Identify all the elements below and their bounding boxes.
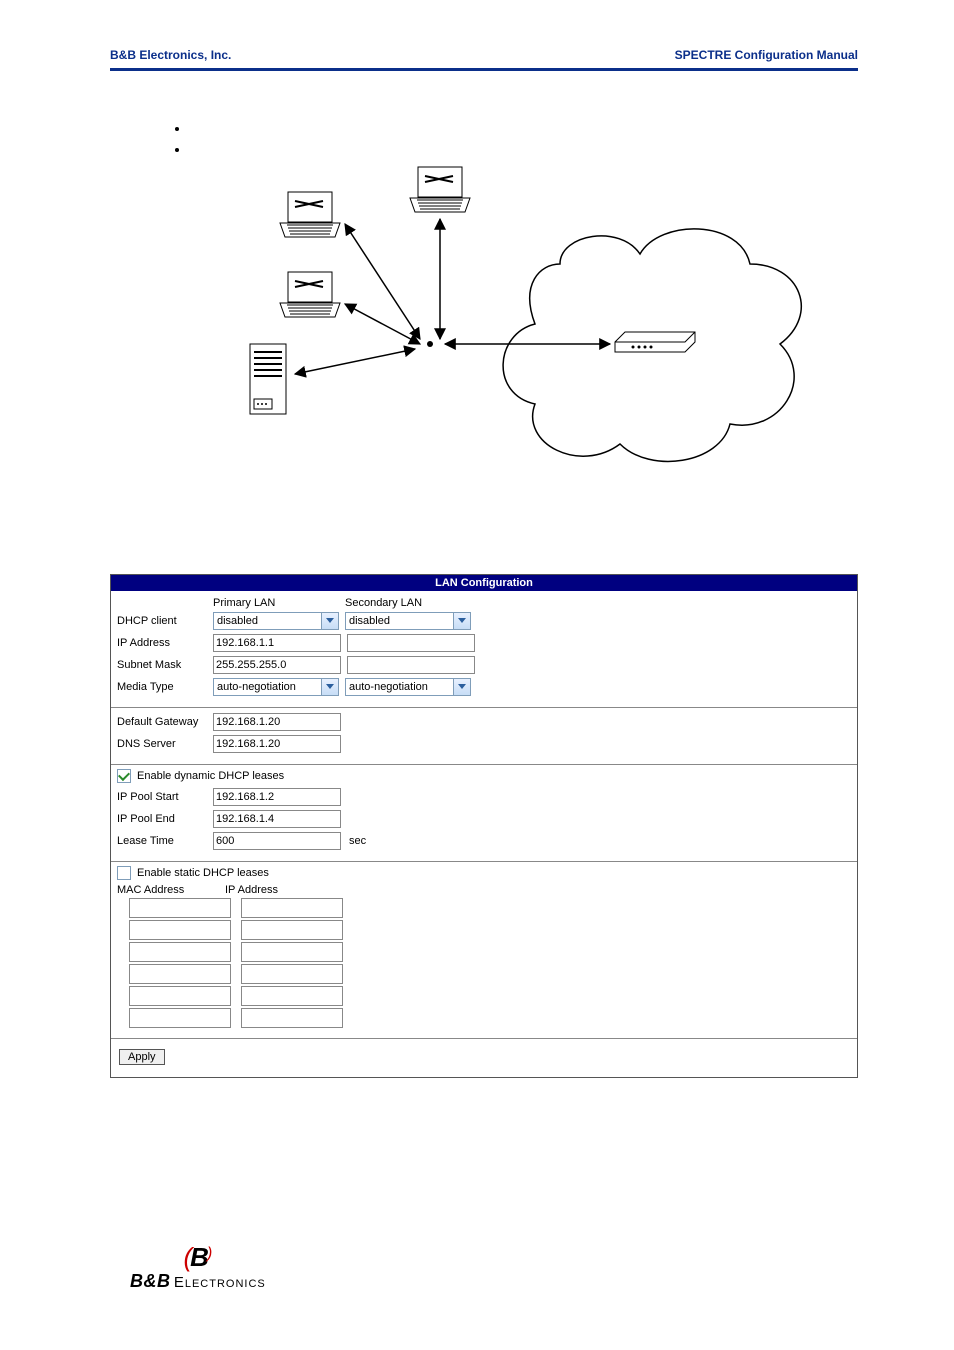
label-ip-address: IP Address <box>117 637 213 649</box>
col-primary-header: Primary LAN <box>213 597 345 609</box>
media-type-secondary-select[interactable]: auto-negotiation <box>345 678 471 696</box>
static-row <box>129 1008 851 1028</box>
static-mac-input[interactable] <box>129 986 231 1006</box>
enable-static-dhcp-checkbox[interactable] <box>117 866 131 880</box>
static-row <box>129 964 851 984</box>
ip-address-secondary-input[interactable] <box>347 634 475 652</box>
ip-address-primary-input[interactable] <box>213 634 341 652</box>
default-gateway-input[interactable] <box>213 713 341 731</box>
chevron-down-icon <box>321 613 338 629</box>
static-row <box>129 942 851 962</box>
static-mac-input[interactable] <box>129 920 231 940</box>
bullet-list <box>190 119 954 158</box>
header-rule <box>110 68 858 71</box>
lease-time-input[interactable] <box>213 832 341 850</box>
lan-config-panel: LAN Configuration Primary LAN Secondary … <box>110 574 858 1078</box>
enable-static-dhcp-label: Enable static DHCP leases <box>137 867 269 879</box>
enable-dynamic-dhcp-label: Enable dynamic DHCP leases <box>137 770 284 782</box>
static-mac-input[interactable] <box>129 964 231 984</box>
label-dns-server: DNS Server <box>117 738 213 750</box>
static-mac-input[interactable] <box>129 898 231 918</box>
lease-time-unit: sec <box>349 835 366 847</box>
bullet-item <box>190 119 954 138</box>
ip-pool-start-input[interactable] <box>213 788 341 806</box>
static-ip-input[interactable] <box>241 986 343 1006</box>
header-company: B&B Electronics, Inc. <box>110 48 231 62</box>
static-ip-header: IP Address <box>225 884 278 896</box>
label-media-type: Media Type <box>117 681 213 693</box>
static-ip-input[interactable] <box>241 898 343 918</box>
chevron-down-icon <box>453 679 470 695</box>
label-lease-time: Lease Time <box>117 835 213 847</box>
static-row <box>129 898 851 918</box>
bullet-item <box>190 140 954 159</box>
footer-logo: B B&B Electronics <box>130 1248 266 1292</box>
static-mac-header: MAC Address <box>117 884 225 896</box>
static-ip-input[interactable] <box>241 920 343 940</box>
static-ip-input[interactable] <box>241 942 343 962</box>
dns-server-input[interactable] <box>213 735 341 753</box>
static-row <box>129 986 851 1006</box>
enable-dynamic-dhcp-checkbox[interactable] <box>117 769 131 783</box>
label-dhcp-client: DHCP client <box>117 615 213 627</box>
dhcp-client-secondary-select[interactable]: disabled <box>345 612 471 630</box>
label-subnet: Subnet Mask <box>117 659 213 671</box>
panel-title: LAN Configuration <box>111 575 857 591</box>
label-ip-pool-start: IP Pool Start <box>117 791 213 803</box>
network-diagram <box>220 164 820 514</box>
static-mac-input[interactable] <box>129 942 231 962</box>
header-manual-title: SPECTRE Configuration Manual <box>675 48 858 62</box>
media-type-primary-select[interactable]: auto-negotiation <box>213 678 339 696</box>
ip-pool-end-input[interactable] <box>213 810 341 828</box>
dhcp-client-primary-select[interactable]: disabled <box>213 612 339 630</box>
subnet-secondary-input[interactable] <box>347 656 475 674</box>
chevron-down-icon <box>321 679 338 695</box>
static-ip-input[interactable] <box>241 1008 343 1028</box>
chevron-down-icon <box>453 613 470 629</box>
static-mac-input[interactable] <box>129 1008 231 1028</box>
apply-button[interactable]: Apply <box>119 1049 165 1065</box>
static-ip-input[interactable] <box>241 964 343 984</box>
static-row <box>129 920 851 940</box>
subnet-primary-input[interactable] <box>213 656 341 674</box>
col-secondary-header: Secondary LAN <box>345 597 477 609</box>
label-default-gateway: Default Gateway <box>117 716 213 728</box>
label-ip-pool-end: IP Pool End <box>117 813 213 825</box>
